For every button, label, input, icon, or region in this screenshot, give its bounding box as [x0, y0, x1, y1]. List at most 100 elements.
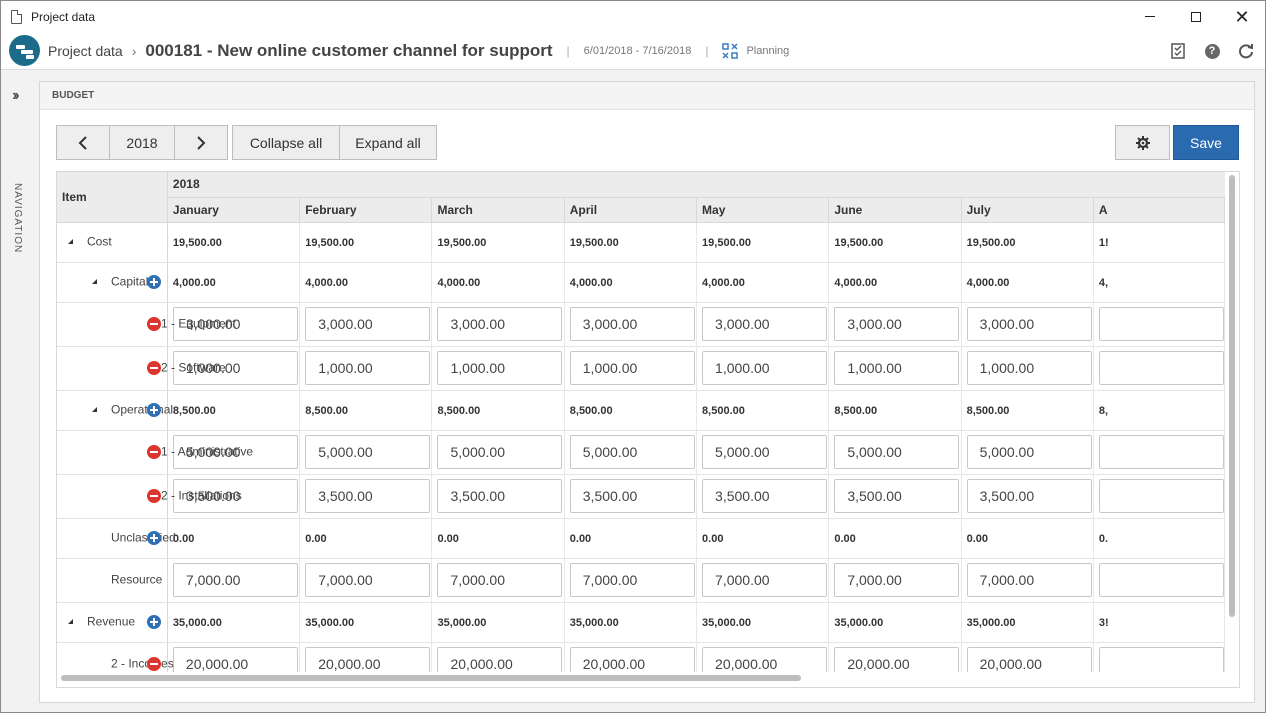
amount-input[interactable] [834, 351, 960, 385]
amount-input[interactable] [437, 351, 563, 385]
amount-input[interactable] [569, 479, 695, 513]
chevron-right-double-icon[interactable]: ›› [12, 87, 19, 105]
amount-input[interactable] [437, 563, 563, 597]
value-cell: 4,000.00 [167, 262, 301, 303]
amount-input[interactable] [1098, 307, 1224, 341]
amount-input[interactable] [569, 351, 695, 385]
amount-input[interactable] [172, 647, 298, 672]
horizontal-scrollbar[interactable] [61, 675, 801, 681]
total-value: 4,000.00 [569, 277, 613, 289]
vertical-scrollbar[interactable] [1229, 175, 1235, 617]
refresh-icon[interactable] [1237, 42, 1255, 60]
maximize-button[interactable] [1173, 1, 1219, 32]
expand-all-button[interactable]: Expand all [339, 125, 437, 160]
item-label: Resource [111, 572, 163, 587]
grid-body: Cost 19,500.00 19,500.00 19,500.00 19,500.00… [57, 222, 1225, 672]
plus-circle-icon[interactable] [146, 275, 161, 289]
plus-circle-icon[interactable] [146, 403, 161, 417]
value-cell: 8,500.00 [696, 390, 830, 431]
save-button[interactable]: Save [1173, 125, 1239, 160]
amount-input[interactable] [305, 435, 431, 469]
plus-circle-icon[interactable] [146, 615, 161, 629]
value-cell: 19,500.00 [564, 222, 698, 263]
amount-input[interactable] [172, 563, 298, 597]
amount-input[interactable] [437, 435, 563, 469]
amount-input[interactable] [966, 307, 1092, 341]
plus-circle-icon[interactable] [146, 531, 161, 545]
minus-circle-icon[interactable] [146, 489, 161, 503]
amount-input[interactable] [966, 435, 1092, 469]
amount-input[interactable] [305, 647, 431, 672]
next-year-button[interactable] [174, 125, 228, 160]
logo-icon[interactable] [9, 35, 40, 66]
amount-input[interactable] [1098, 435, 1224, 469]
amount-input[interactable] [1098, 351, 1224, 385]
month-header-row: January February March April May June July A [57, 197, 1225, 223]
amount-input[interactable] [1098, 563, 1224, 597]
amount-input[interactable] [834, 479, 960, 513]
value-cell [828, 474, 962, 519]
close-button[interactable]: ✕ [1219, 1, 1265, 32]
value-cell: 8,500.00 [167, 390, 301, 431]
amount-input[interactable] [834, 647, 960, 672]
value-cell [564, 430, 698, 475]
amount-input[interactable] [437, 647, 563, 672]
caret-icon[interactable] [92, 407, 97, 412]
minus-circle-icon[interactable] [146, 361, 161, 375]
total-value: 8,500.00 [172, 405, 216, 417]
caret-icon[interactable] [68, 239, 73, 244]
total-value: 4, [1098, 277, 1109, 289]
amount-input[interactable] [966, 647, 1092, 672]
amount-input[interactable] [702, 351, 828, 385]
amount-input[interactable] [437, 307, 563, 341]
previous-year-button[interactable] [56, 125, 110, 160]
amount-input[interactable] [966, 479, 1092, 513]
minimize-button[interactable] [1127, 1, 1173, 32]
value-cell [564, 302, 698, 347]
value-cell: 35,000.00 [828, 602, 962, 643]
breadcrumb-root[interactable]: Project data [48, 43, 123, 59]
value-cell [564, 642, 698, 672]
amount-input[interactable] [569, 647, 695, 672]
year-label: 2018 [109, 125, 175, 160]
amount-input[interactable] [569, 435, 695, 469]
amount-input[interactable] [569, 563, 695, 597]
item-label: Capital [111, 274, 149, 289]
value-cell [299, 430, 433, 475]
caret-icon[interactable] [68, 619, 73, 624]
total-value: 8,500.00 [569, 405, 613, 417]
value-cell [299, 558, 433, 603]
amount-input[interactable] [834, 307, 960, 341]
amount-input[interactable] [966, 351, 1092, 385]
minus-circle-icon[interactable] [146, 445, 161, 459]
value-cell: 35,000.00 [564, 602, 698, 643]
caret-icon[interactable] [92, 279, 97, 284]
amount-input[interactable] [305, 563, 431, 597]
amount-input[interactable] [702, 435, 828, 469]
value-cell: 35,000.00 [167, 602, 301, 643]
collapse-all-button[interactable]: Collapse all [232, 125, 340, 160]
table-row: Resource [57, 558, 1225, 603]
amount-input[interactable] [702, 563, 828, 597]
navigation-sidebar[interactable]: ›› NAVIGATION [1, 71, 37, 712]
amount-input[interactable] [305, 307, 431, 341]
minus-circle-icon[interactable] [146, 317, 161, 331]
amount-input[interactable] [569, 307, 695, 341]
amount-input[interactable] [1098, 479, 1224, 513]
amount-input[interactable] [702, 479, 828, 513]
help-button[interactable]: ? [1203, 42, 1221, 60]
value-cell: 4, [1093, 262, 1225, 303]
amount-input[interactable] [702, 647, 828, 672]
amount-input[interactable] [702, 307, 828, 341]
amount-input[interactable] [305, 351, 431, 385]
amount-input[interactable] [1098, 647, 1224, 672]
amount-input[interactable] [966, 563, 1092, 597]
amount-input[interactable] [437, 479, 563, 513]
amount-input[interactable] [834, 563, 960, 597]
minus-circle-icon[interactable] [146, 657, 161, 671]
amount-input[interactable] [834, 435, 960, 469]
checklist-icon[interactable] [1169, 42, 1187, 60]
settings-button[interactable] [1115, 125, 1170, 160]
amount-input[interactable] [305, 479, 431, 513]
value-cell: 19,500.00 [961, 222, 1094, 263]
